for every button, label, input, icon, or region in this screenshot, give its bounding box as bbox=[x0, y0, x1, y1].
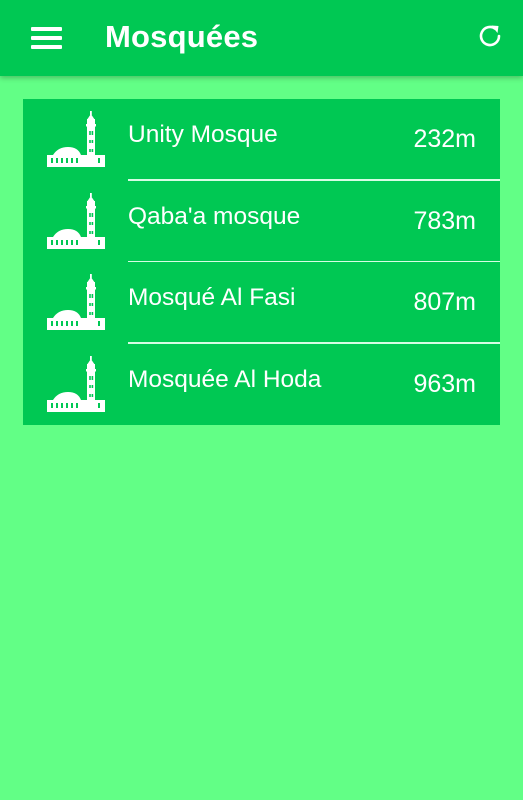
list-item[interactable]: Mosqué Al Fasi 807m bbox=[23, 262, 500, 344]
mosque-icon bbox=[47, 355, 105, 412]
mosque-icon bbox=[47, 274, 105, 330]
mosque-list: Unity Mosque 232m Qaba'a mosque 783m Mos… bbox=[23, 99, 500, 425]
menu-icon-bar bbox=[31, 45, 62, 49]
refresh-icon bbox=[479, 25, 501, 47]
list-item[interactable]: Mosquée Al Hoda 963m bbox=[23, 344, 500, 426]
app-bar: Mosquées bbox=[0, 0, 523, 76]
mosque-name: Mosquée Al Hoda bbox=[128, 365, 322, 393]
menu-icon-bar bbox=[31, 27, 62, 31]
page-title: Mosquées bbox=[105, 19, 259, 54]
mosque-name: Qaba'a mosque bbox=[128, 202, 301, 230]
mosque-distance: 807m bbox=[413, 288, 476, 316]
mosque-icon bbox=[47, 192, 105, 249]
menu-button[interactable] bbox=[22, 18, 70, 58]
mosque-distance: 783m bbox=[413, 206, 476, 235]
list-item[interactable]: Qaba'a mosque 783m bbox=[23, 181, 500, 262]
mosque-distance: 963m bbox=[413, 369, 476, 398]
mosque-name: Mosqué Al Fasi bbox=[128, 284, 296, 311]
mosque-icon bbox=[47, 111, 105, 167]
mosque-distance: 232m bbox=[413, 125, 476, 153]
list-item[interactable]: Unity Mosque 232m bbox=[23, 99, 500, 181]
mosque-name: Unity Mosque bbox=[128, 121, 278, 148]
refresh-button[interactable] bbox=[474, 20, 506, 52]
menu-icon-bar bbox=[31, 36, 62, 40]
